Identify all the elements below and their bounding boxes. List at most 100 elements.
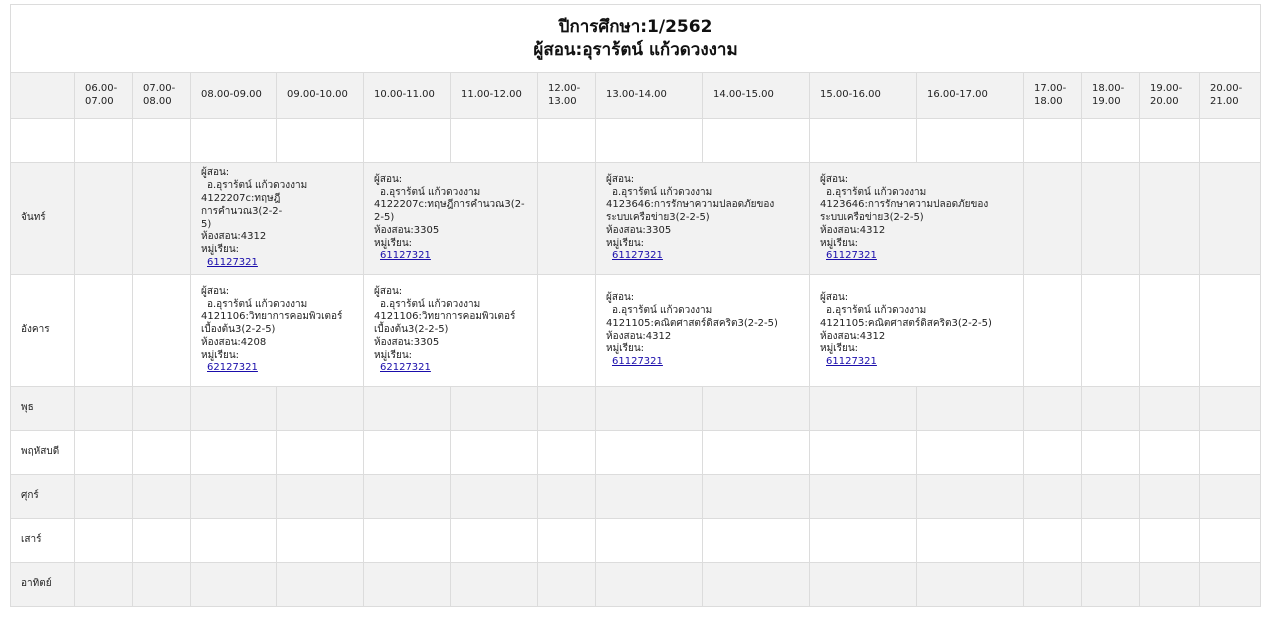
time-header-row: 06.00-07.00 07.00-08.00 08.00-09.00 09.0…: [10, 72, 1262, 119]
course-name: 4123646:การรักษาความปลอดภัยของระบบเครือข…: [606, 199, 775, 224]
empty-cell: [595, 430, 703, 475]
day-row-sunday: อาทิตย์: [10, 562, 1262, 607]
room: ห้องสอน:4312: [201, 231, 267, 243]
empty-cell: [276, 562, 364, 607]
empty-cell: [132, 474, 191, 519]
empty-cell: [363, 386, 451, 431]
group-link[interactable]: 61127321: [612, 250, 663, 261]
empty-cell: [1023, 118, 1082, 163]
group-label: หมู่เรียน:: [606, 237, 645, 249]
empty-cell: [1081, 562, 1140, 607]
empty-cell: [74, 562, 133, 607]
empty-cell: [809, 430, 917, 475]
empty-cell: [190, 562, 277, 607]
spacer-row: [10, 118, 1262, 163]
day-row-friday: ศุกร์: [10, 474, 1262, 519]
group-link[interactable]: 61127321: [380, 250, 431, 261]
empty-cell: [1023, 474, 1082, 519]
teacher-name: อ.อุราร้ตน์ แก้วดวงงาม: [207, 298, 308, 310]
empty-cell: [916, 474, 1024, 519]
empty-cell: [1198, 118, 1262, 163]
class-block: ผู้สอน: อ.อุราร้ตน์ แก้วดวงงาม 4121105:ค…: [606, 292, 809, 369]
empty-cell: [74, 518, 133, 563]
empty-cell: [190, 518, 277, 563]
teacher-name: อ.อุราร้ตน์ แก้วดวงงาม: [612, 186, 713, 198]
class-cell: ผู้สอน: อ.อุราร้ตน์ แก้วดวงงาม 4121106:ว…: [363, 274, 538, 387]
empty-cell: [363, 562, 451, 607]
empty-cell: [1081, 474, 1140, 519]
class-block: ผู้สอน: อ.อุราร้ตน์ แก้วดวงงาม 4122207c:…: [374, 174, 537, 264]
empty-cell: [702, 474, 810, 519]
time-slot-header: 08.00-09.00: [190, 72, 277, 119]
empty-cell: [537, 274, 596, 387]
empty-cell: [702, 518, 810, 563]
group-label: หมู่เรียน:: [374, 349, 413, 361]
group-label: หมู่เรียน:: [606, 343, 645, 355]
time-slot-header: 20.00-21.00: [1198, 72, 1262, 119]
empty-cell: [1023, 386, 1082, 431]
group-label: หมู่เรียน:: [820, 343, 859, 355]
group-label: หมู่เรียน:: [201, 349, 240, 361]
class-cell: ผู้สอน: อ.อุราร้ตน์ แก้วดวงงาม 4123646:ก…: [809, 162, 1024, 275]
class-cell: ผู้สอน: อ.อุราร้ตน์ แก้วดวงงาม 4121105:ค…: [809, 274, 1024, 387]
class-cell: ผู้สอน: อ.อุราร้ตน์ แก้วดวงงาม 4122207c:…: [363, 162, 538, 275]
teacher-label: ผู้สอน:: [820, 292, 849, 304]
room: ห้องสอน:4208: [201, 336, 267, 348]
class-cell: ผู้สอน: อ.อุราร้ตน์ แก้วดวงงาม 4122207c:…: [190, 162, 364, 275]
course-name: 4122207c:ทฤษฎีการคำนวณ3(2-2-5): [374, 199, 525, 224]
empty-cell: [1023, 518, 1082, 563]
day-label: เสาร์: [10, 518, 75, 563]
empty-cell: [276, 386, 364, 431]
empty-cell: [190, 430, 277, 475]
empty-cell: [363, 430, 451, 475]
empty-cell: [537, 430, 596, 475]
day-row-monday: จันทร์ ผู้สอน: อ.อุราร้ตน์ แก้วดวงงาม 41…: [10, 162, 1262, 275]
group-link[interactable]: 61127321: [207, 257, 258, 268]
time-slot-header: 09.00-10.00: [276, 72, 364, 119]
empty-cell: [74, 274, 133, 387]
teacher-label: ผู้สอน:: [606, 173, 635, 185]
empty-cell: [1139, 386, 1200, 431]
empty-cell: [702, 386, 810, 431]
empty-cell: [1023, 430, 1082, 475]
empty-cell: [363, 474, 451, 519]
teacher-name: อ.อุราร้ตน์ แก้วดวงงาม: [380, 298, 481, 310]
empty-cell: [1198, 562, 1262, 607]
empty-cell: [363, 518, 451, 563]
group-link[interactable]: 61127321: [826, 250, 877, 261]
time-slot-header: 12.00-13.00: [537, 72, 596, 119]
group-link[interactable]: 62127321: [207, 362, 258, 373]
empty-cell: [1198, 274, 1262, 387]
group-label: หมู่เรียน:: [820, 237, 859, 249]
room: ห้องสอน:4312: [606, 330, 672, 342]
empty-cell: [1081, 386, 1140, 431]
empty-cell: [132, 386, 191, 431]
group-link[interactable]: 62127321: [380, 362, 431, 373]
empty-cell: [1198, 474, 1262, 519]
page-title: ปีการศึกษา:1/2562 ผู้สอน:อุราร้ตน์ แก้วด…: [9, 4, 1262, 73]
empty-cell: [363, 118, 451, 163]
time-slot-header: 17.00-18.00: [1023, 72, 1082, 119]
day-row-wednesday: พุธ: [10, 386, 1262, 431]
empty-cell: [1139, 474, 1200, 519]
group-label: หมู่เรียน:: [201, 244, 240, 256]
teacher-label: ผู้สอน:: [374, 173, 403, 185]
teacher-label: ผู้สอน:: [820, 173, 849, 185]
teacher-name: อ.อุราร้ตน์ แก้วดวงงาม: [826, 304, 927, 316]
room: ห้องสอน:4312: [820, 224, 886, 236]
empty-cell: [450, 518, 538, 563]
day-label: พุธ: [10, 386, 75, 431]
empty-cell: [702, 562, 810, 607]
class-cell: ผู้สอน: อ.อุราร้ตน์ แก้วดวงงาม 4123646:ก…: [595, 162, 810, 275]
timetable-wrapper: ปีการศึกษา:1/2562 ผู้สอน:อุราร้ตน์ แก้วด…: [9, 4, 1262, 607]
group-link[interactable]: 61127321: [612, 356, 663, 367]
teacher-label: ผู้สอน:: [201, 285, 230, 297]
empty-cell: [595, 474, 703, 519]
group-link[interactable]: 61127321: [826, 356, 877, 367]
teacher-title: ผู้สอน:อุราร้ตน์ แก้วดวงงาม: [533, 39, 738, 60]
empty-cell: [74, 474, 133, 519]
time-slot-header: 19.00-20.00: [1139, 72, 1200, 119]
empty-cell: [132, 562, 191, 607]
class-block: ผู้สอน: อ.อุราร้ตน์ แก้วดวงงาม 4121105:ค…: [820, 292, 1023, 369]
time-slot-header: 11.00-12.00: [450, 72, 538, 119]
